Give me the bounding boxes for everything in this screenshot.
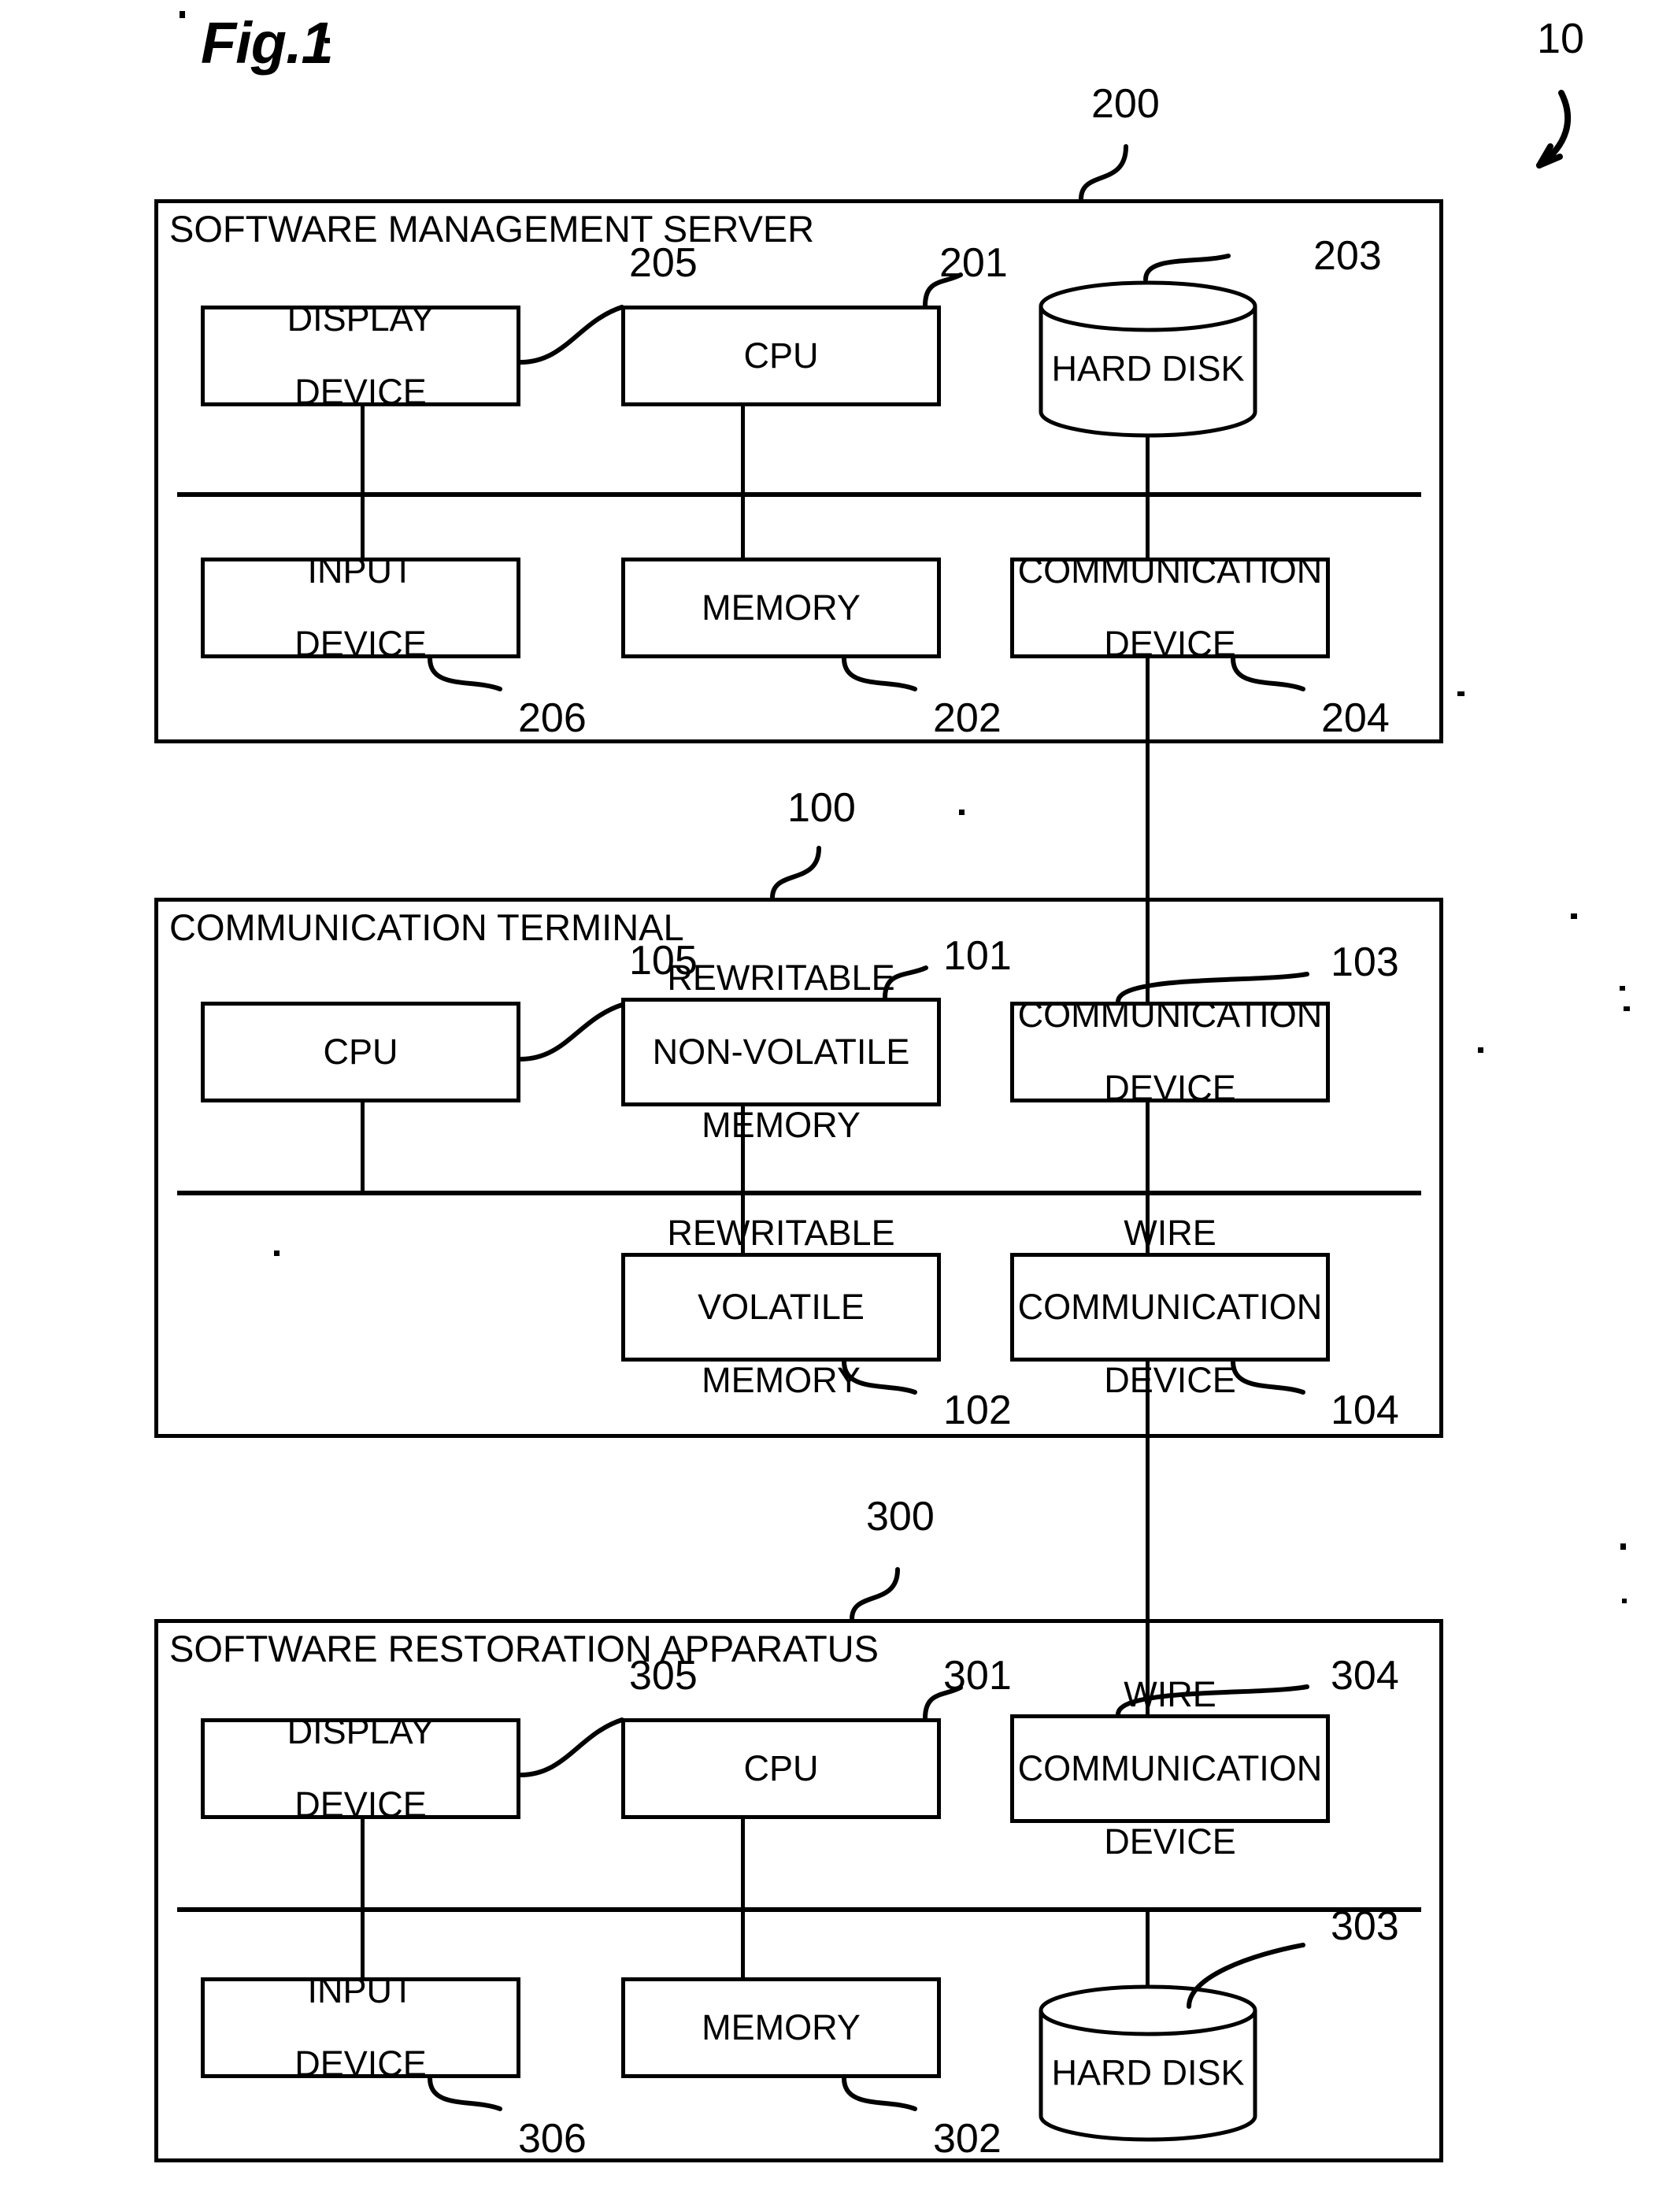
scan-speck bbox=[1457, 691, 1464, 696]
bus-stub-input-306 bbox=[361, 1907, 365, 1980]
component-label: MEMORY bbox=[702, 1360, 861, 1401]
component-label: DISPLAY bbox=[287, 298, 435, 339]
block-title-communication-terminal: COMMUNICATION TERMINAL bbox=[169, 906, 684, 948]
bus-stub-harddisk-303 bbox=[1146, 1907, 1150, 1986]
component-label: CPU bbox=[323, 1031, 398, 1072]
component-label: COMMUNICATION bbox=[1017, 1286, 1323, 1327]
component-label: HARD DISK bbox=[1051, 2052, 1245, 2093]
bus-stub-cpu-105 bbox=[361, 1102, 365, 1194]
internal-bus-line-terminal bbox=[177, 1191, 1421, 1195]
component-memory-202[interactable]: MEMORY bbox=[621, 558, 941, 658]
component-cpu-105[interactable]: CPU bbox=[201, 1002, 520, 1102]
reference-label-205: 205 bbox=[629, 240, 698, 286]
system-arrow-curve bbox=[1536, 90, 1571, 169]
scan-speck bbox=[1478, 1047, 1483, 1053]
bus-stub-cpu-301 bbox=[741, 1819, 745, 1910]
component-label: MEMORY bbox=[702, 1105, 861, 1146]
scan-speck bbox=[1571, 913, 1577, 919]
component-label: MEMORY bbox=[702, 2006, 861, 2047]
leader-300 bbox=[850, 1567, 900, 1621]
reference-label-305: 305 bbox=[629, 1653, 698, 1699]
component-rewritable-non-volatile-memory-101[interactable]: REWRITABLE NON-VOLATILE MEMORY bbox=[621, 959, 941, 1143]
component-label: DEVICE bbox=[1104, 624, 1236, 665]
reference-label-206: 206 bbox=[518, 695, 587, 741]
component-label: VOLATILE bbox=[698, 1286, 865, 1327]
component-label: CPU bbox=[743, 335, 819, 376]
bus-stub-cpu-201 bbox=[741, 404, 745, 495]
scan-speck bbox=[1624, 1006, 1630, 1011]
component-label: COMMUNICATION bbox=[1017, 550, 1323, 591]
reference-label-100: 100 bbox=[787, 785, 856, 831]
component-label: DEVICE bbox=[1104, 1068, 1236, 1109]
system-reference-label: 10 bbox=[1537, 15, 1585, 62]
reference-label-300: 300 bbox=[866, 1494, 935, 1540]
leader-200 bbox=[1079, 144, 1128, 202]
reference-label-104: 104 bbox=[1331, 1388, 1399, 1433]
component-label: DEVICE bbox=[1104, 1360, 1236, 1401]
component-label: DEVICE bbox=[1104, 1821, 1236, 1862]
component-label: WIRE bbox=[1124, 1213, 1216, 1254]
component-label: COMMUNICATION bbox=[1017, 994, 1323, 1035]
component-input-device-206[interactable]: INPUT DEVICE bbox=[201, 552, 520, 662]
scan-speck bbox=[274, 1251, 280, 1256]
figure-title: Fig.1 bbox=[201, 10, 334, 76]
component-memory-302[interactable]: MEMORY bbox=[621, 1977, 941, 2078]
component-label: DEVICE bbox=[294, 1784, 427, 1825]
component-label: REWRITABLE bbox=[667, 1213, 895, 1254]
component-display-device-305[interactable]: DISPLAY DEVICE bbox=[201, 1713, 520, 1823]
component-label: NON-VOLATILE bbox=[652, 1031, 910, 1072]
scan-speck bbox=[324, 38, 330, 43]
component-label: COMMUNICATION bbox=[1017, 1747, 1323, 1788]
bus-stub-harddisk-203 bbox=[1146, 437, 1150, 495]
reference-label-302: 302 bbox=[933, 2116, 1002, 2162]
component-label: INPUT bbox=[307, 1969, 414, 2010]
reference-label-203: 203 bbox=[1313, 233, 1382, 279]
component-communication-device-204[interactable]: COMMUNICATION DEVICE bbox=[1010, 552, 1330, 662]
bus-stub-memory-202 bbox=[741, 492, 745, 560]
reference-label-102: 102 bbox=[943, 1388, 1012, 1433]
reference-label-101: 101 bbox=[943, 933, 1012, 979]
component-hard-disk-303[interactable]: HARD DISK bbox=[1038, 1984, 1258, 2143]
component-input-device-306[interactable]: INPUT DEVICE bbox=[201, 1972, 520, 2082]
component-label: DISPLAY bbox=[287, 1710, 435, 1751]
component-label: DEVICE bbox=[294, 624, 427, 665]
scan-speck bbox=[1620, 1543, 1626, 1550]
component-communication-device-103[interactable]: COMMUNICATION DEVICE bbox=[1010, 996, 1330, 1106]
block-title-software-restoration-apparatus: SOFTWARE RESTORATION APPARATUS bbox=[169, 1628, 879, 1669]
reference-label-304: 304 bbox=[1331, 1653, 1399, 1699]
component-display-device-205[interactable]: DISPLAY DEVICE bbox=[201, 300, 520, 410]
component-label: HARD DISK bbox=[1051, 348, 1245, 389]
component-hard-disk-203[interactable]: HARD DISK bbox=[1038, 280, 1258, 439]
component-wire-communication-device-304[interactable]: WIRE COMMUNICATION DEVICE bbox=[1010, 1676, 1330, 1860]
system-arrow-head bbox=[1536, 143, 1563, 169]
bus-stub-display-305 bbox=[361, 1819, 365, 1910]
component-cpu-201[interactable]: CPU bbox=[621, 306, 941, 406]
scan-speck bbox=[180, 11, 185, 18]
component-rewritable-volatile-memory-102[interactable]: REWRITABLE VOLATILE MEMORY bbox=[621, 1214, 941, 1399]
bus-stub-display-205 bbox=[361, 404, 365, 495]
component-cpu-301[interactable]: CPU bbox=[621, 1718, 941, 1819]
component-label: REWRITABLE bbox=[667, 958, 895, 999]
scan-speck bbox=[1622, 1599, 1627, 1603]
reference-label-201: 201 bbox=[939, 240, 1008, 286]
scan-speck bbox=[1620, 986, 1625, 991]
component-label: INPUT bbox=[307, 550, 414, 591]
reference-label-301: 301 bbox=[943, 1653, 1012, 1699]
bus-stub-memory-302 bbox=[741, 1907, 745, 1980]
reference-label-202: 202 bbox=[933, 695, 1002, 741]
reference-label-200: 200 bbox=[1091, 81, 1160, 127]
reference-label-103: 103 bbox=[1331, 939, 1399, 985]
component-wire-communication-device-104[interactable]: WIRE COMMUNICATION DEVICE bbox=[1010, 1214, 1330, 1399]
reference-label-306: 306 bbox=[518, 2116, 587, 2162]
reference-label-204: 204 bbox=[1321, 695, 1390, 741]
component-label: DEVICE bbox=[294, 372, 427, 413]
component-label: MEMORY bbox=[702, 587, 861, 628]
component-label: WIRE bbox=[1124, 1674, 1216, 1715]
component-label: DEVICE bbox=[294, 2043, 427, 2084]
scan-speck bbox=[959, 810, 965, 815]
component-label: CPU bbox=[743, 1747, 819, 1788]
block-title-software-management-server: SOFTWARE MANAGEMENT SERVER bbox=[169, 208, 815, 250]
leader-100 bbox=[770, 846, 821, 900]
